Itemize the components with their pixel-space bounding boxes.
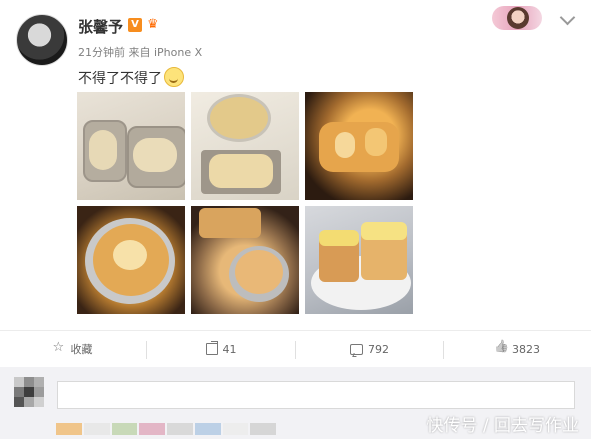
photo-dough-in-pans[interactable] bbox=[77, 92, 185, 200]
comment-count: 792 bbox=[368, 342, 389, 356]
comment-area: 快传号 / 回去写作业 bbox=[0, 367, 591, 439]
share-count: 41 bbox=[222, 342, 237, 356]
verified-badge-icon: V bbox=[128, 18, 142, 32]
profile-avatar-pill[interactable] bbox=[492, 6, 542, 30]
comment-button[interactable]: 792 bbox=[296, 331, 443, 367]
share-button[interactable]: 41 bbox=[147, 331, 295, 367]
smile-emoji-icon bbox=[164, 67, 184, 87]
photo-baked-bread-oven[interactable] bbox=[305, 92, 413, 200]
collect-button[interactable]: 收藏 bbox=[0, 331, 146, 367]
post-text: 不得了不得了 bbox=[78, 71, 162, 87]
like-count: 3823 bbox=[512, 342, 540, 356]
pixelated-emoji-strip bbox=[56, 423, 276, 435]
commenter-avatar-pixelated bbox=[14, 377, 44, 411]
photo-bread-foil-side[interactable] bbox=[191, 206, 299, 314]
like-button[interactable]: 3823 bbox=[444, 331, 591, 367]
username[interactable]: 张馨予 bbox=[78, 16, 123, 37]
chevron-down-icon[interactable] bbox=[559, 9, 576, 26]
photo-bread-foil-top[interactable] bbox=[77, 206, 185, 314]
weibo-post-card: 张馨予 V ♛ 21分钟前 来自 iPhone X 不得了不得了 bbox=[0, 0, 591, 330]
watermark: 快传号 / 回去写作业 bbox=[426, 416, 579, 436]
share-icon bbox=[205, 341, 218, 355]
collect-label: 收藏 bbox=[70, 343, 93, 356]
photo-bread-on-plate[interactable] bbox=[305, 206, 413, 314]
action-bar: 收藏 41 792 3823 bbox=[0, 330, 591, 367]
thumbs-up-icon bbox=[495, 343, 507, 355]
comment-icon bbox=[350, 343, 363, 355]
photo-dough-with-sesame[interactable] bbox=[191, 92, 299, 200]
avatar[interactable] bbox=[16, 14, 68, 66]
member-crown-icon: ♛ bbox=[147, 17, 159, 32]
comment-input[interactable] bbox=[57, 381, 575, 409]
star-icon bbox=[53, 340, 66, 355]
post-content: 不得了不得了 bbox=[78, 67, 184, 88]
post-meta: 21分钟前 来自 iPhone X bbox=[78, 46, 203, 59]
